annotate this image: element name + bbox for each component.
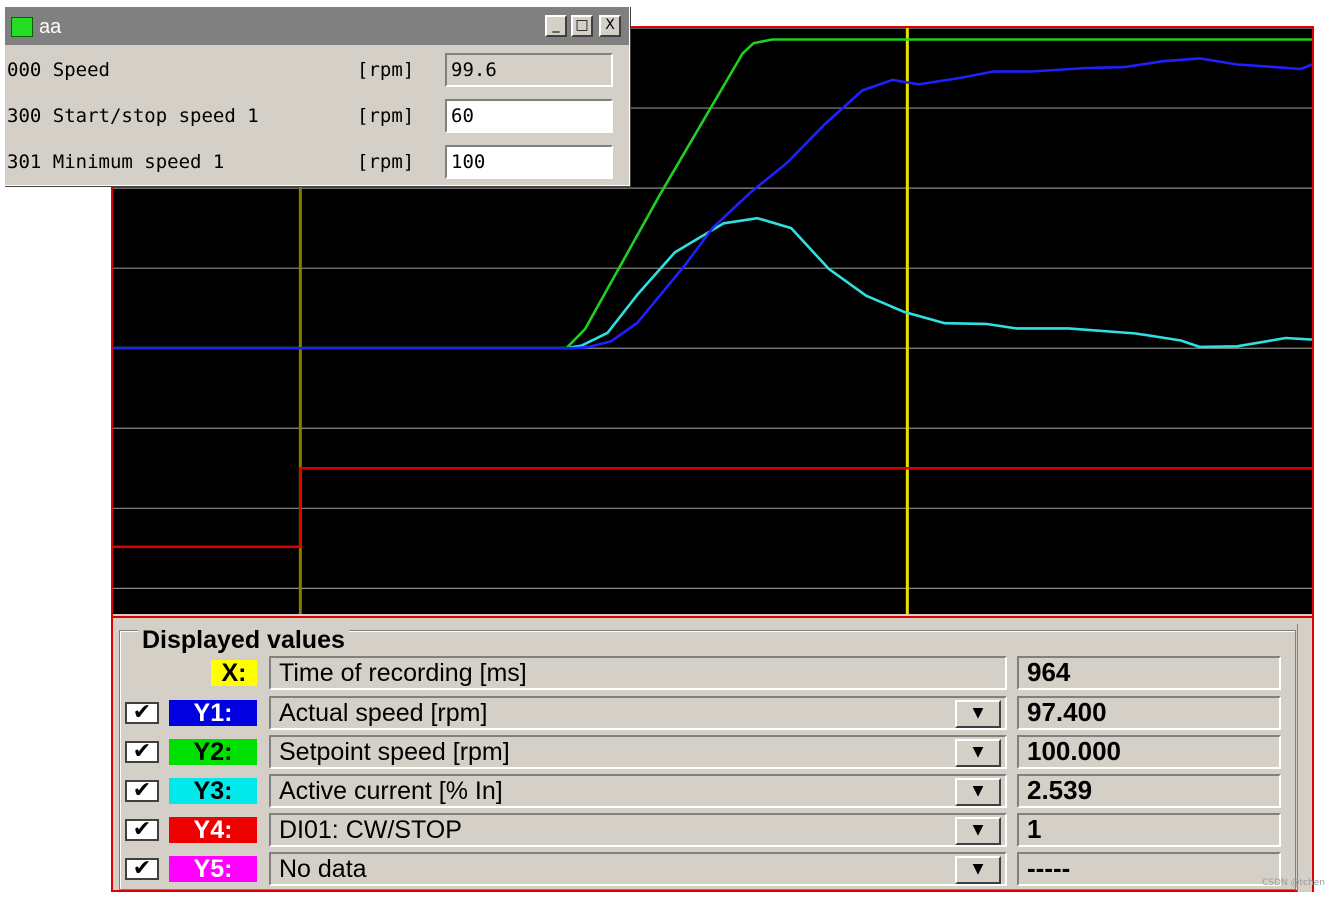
series-select[interactable]: No data (269, 852, 1007, 886)
trace-active-current (113, 216, 1312, 350)
minimize-button[interactable]: _ (545, 15, 567, 37)
dropdown-arrow-icon[interactable]: ▼ (955, 739, 1001, 767)
series-select[interactable]: Actual speed [rpm] (269, 696, 1007, 730)
series-tag: Y5: (169, 856, 257, 882)
parameter-row: 301 Minimum speed 1 [rpm] 100 (5, 141, 629, 185)
series-select[interactable]: Active current [% In] (269, 774, 1007, 808)
close-button[interactable]: X (599, 15, 621, 37)
series-checkbox[interactable]: ✔ (125, 819, 159, 841)
series-value: 100.000 (1017, 735, 1281, 769)
series-checkbox[interactable]: ✔ (125, 780, 159, 802)
parameter-row: 000 Speed [rpm] 99.6 (5, 49, 629, 93)
parameter-unit: [rpm] (357, 59, 415, 81)
series-checkbox[interactable]: ✔ (125, 858, 159, 880)
series-tag: Y3: (169, 778, 257, 804)
series-tag: Y1: (169, 700, 257, 726)
values-row: ✔ Y4: DI01: CW/STOP ▼ 1 (113, 811, 1312, 847)
values-row: X: Time of recording [ms] 964 (113, 654, 1312, 690)
watermark: CSDN @tchen (1262, 878, 1325, 888)
parameter-unit: [rpm] (357, 151, 415, 173)
parameter-value-field[interactable]: 60 (445, 99, 613, 133)
series-checkbox[interactable]: ✔ (125, 741, 159, 763)
series-select: Time of recording [ms] (269, 656, 1007, 690)
dropdown-arrow-icon[interactable]: ▼ (955, 778, 1001, 806)
trace-di01 (113, 466, 1312, 549)
window-titlebar[interactable]: aa _ □ X (5, 7, 629, 45)
parameter-name: 000 Speed (7, 59, 110, 81)
dropdown-arrow-icon[interactable]: ▼ (955, 856, 1001, 884)
series-value: 2.539 (1017, 774, 1281, 808)
parameter-value-field[interactable]: 100 (445, 145, 613, 179)
series-value: 1 (1017, 813, 1281, 847)
series-tag: Y2: (169, 739, 257, 765)
series-value: 97.400 (1017, 696, 1281, 730)
parameter-value-field: 99.6 (445, 53, 613, 87)
dropdown-arrow-icon[interactable]: ▼ (955, 700, 1001, 728)
window-title: aa (39, 16, 62, 38)
parameter-unit: [rpm] (357, 105, 415, 127)
maximize-button[interactable]: □ (571, 15, 593, 37)
series-checkbox[interactable]: ✔ (125, 702, 159, 724)
series-select[interactable]: Setpoint speed [rpm] (269, 735, 1007, 769)
displayed-values-panel: Displayed values X: Time of recording [ms… (113, 616, 1312, 892)
series-select[interactable]: DI01: CW/STOP (269, 813, 1007, 847)
app-icon (11, 17, 33, 37)
series-tag: X: (211, 660, 257, 686)
series-value: ----- (1017, 852, 1281, 886)
series-tag: Y4: (169, 817, 257, 843)
parameter-name: 300 Start/stop speed 1 (7, 105, 259, 127)
values-row: ✔ Y2: Setpoint speed [rpm] ▼ 100.000 (113, 733, 1312, 769)
parameter-window[interactable]: aa _ □ X 000 Speed [rpm] 99.6 300 Start/sto… (4, 6, 630, 186)
values-row: ✔ Y3: Active current [% In] ▼ 2.539 (113, 772, 1312, 808)
parameter-name: 301 Minimum speed 1 (7, 151, 225, 173)
dropdown-arrow-icon[interactable]: ▼ (955, 817, 1001, 845)
parameter-row: 300 Start/stop speed 1 [rpm] 60 (5, 95, 629, 139)
series-value: 964 (1017, 656, 1281, 690)
values-row: ✔ Y1: Actual speed [rpm] ▼ 97.400 (113, 694, 1312, 730)
values-row: ✔ Y5: No data ▼ ----- (113, 850, 1312, 886)
values-panel-title: Displayed values (138, 627, 349, 653)
